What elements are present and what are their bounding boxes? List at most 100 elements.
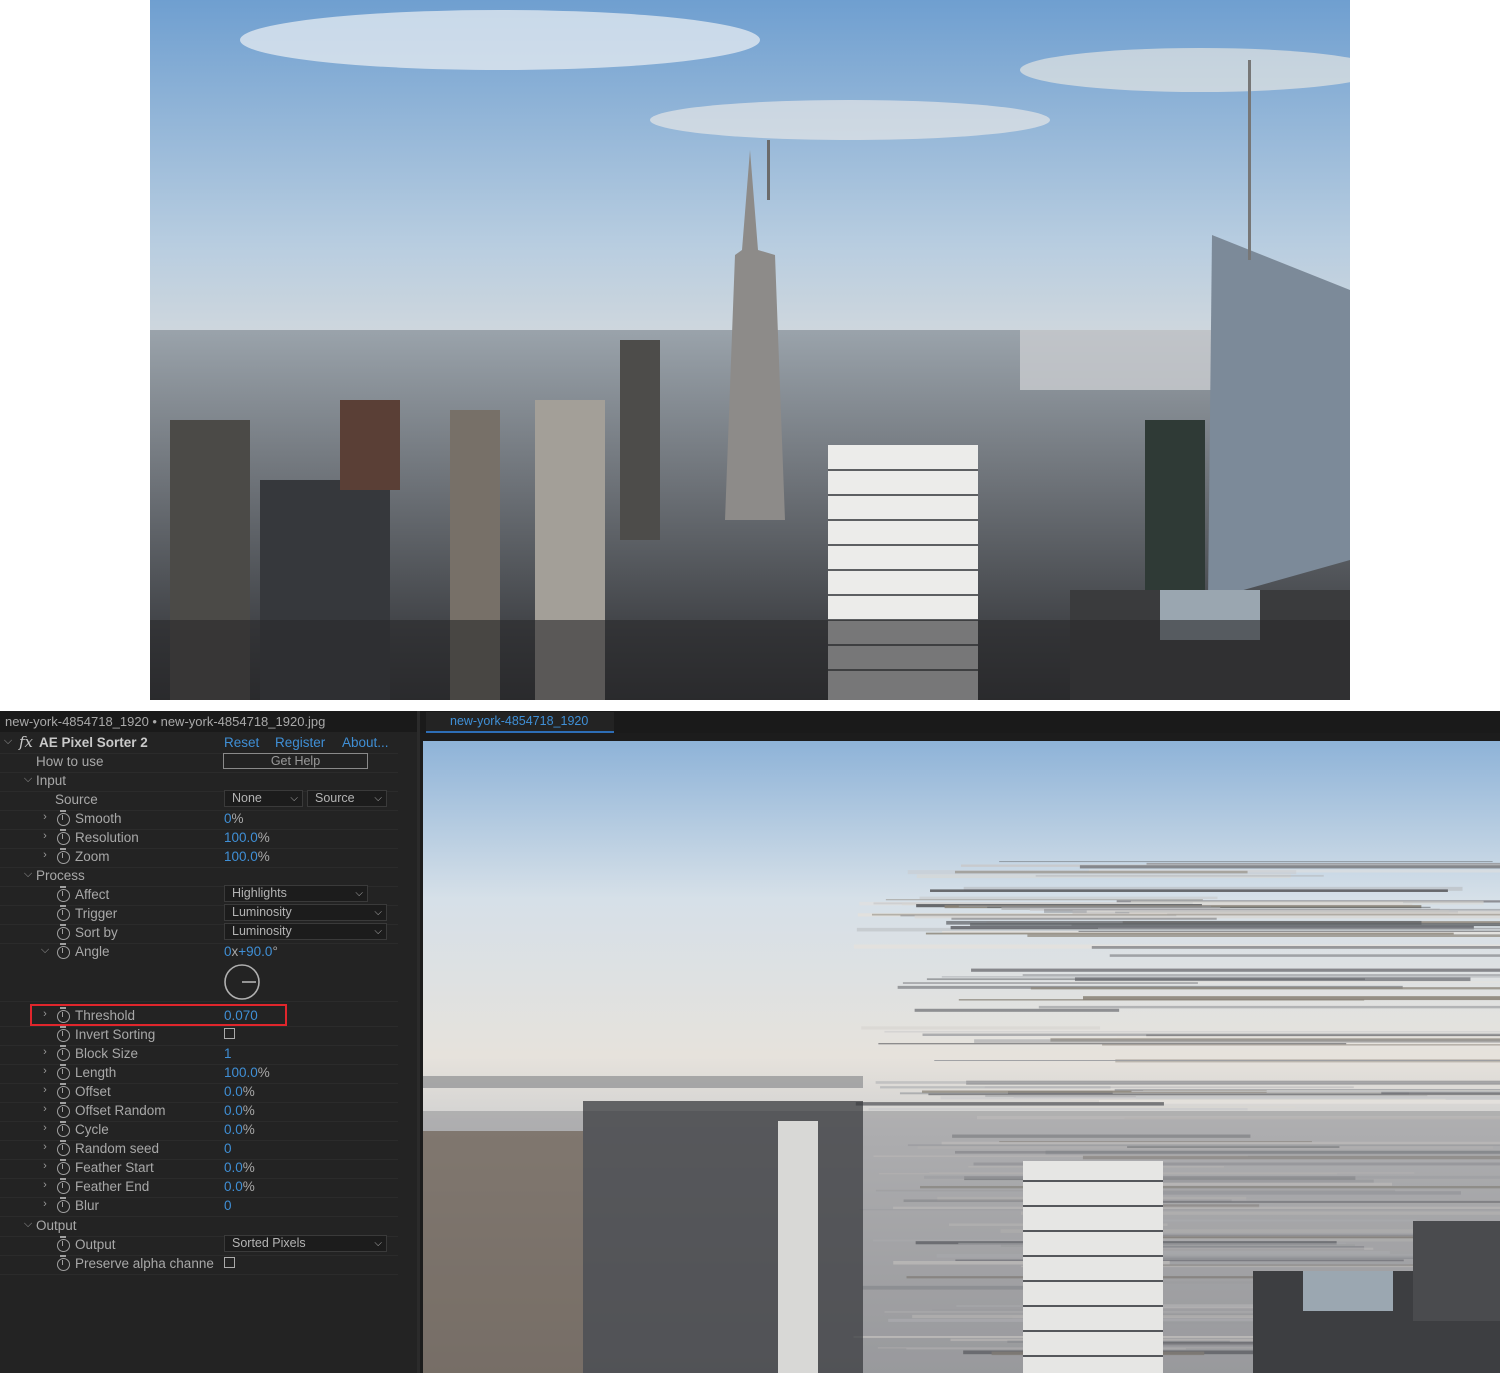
stopwatch-icon[interactable] <box>57 810 70 826</box>
input-group-label: Input <box>36 773 67 788</box>
value-unit: % <box>242 1084 255 1099</box>
effect-title-row[interactable]: ⌵ fx AE Pixel Sorter 2 Reset Register Ab… <box>0 733 398 754</box>
get-help-button[interactable]: Get Help <box>223 753 368 769</box>
chevron-down-icon[interactable]: ⌵ <box>23 773 33 786</box>
value-number[interactable]: 100.0 <box>224 849 258 864</box>
stopwatch-icon[interactable] <box>57 924 70 940</box>
reset-link[interactable]: Reset <box>224 735 259 750</box>
sort-streak <box>1117 1036 1500 1038</box>
chevron-right-icon[interactable]: › <box>40 1065 50 1077</box>
fx-icon[interactable]: fx <box>19 733 33 751</box>
trigger-label: Trigger <box>75 906 118 921</box>
sort-streak <box>941 976 1500 978</box>
invert-sorting-checkbox[interactable] <box>224 1028 235 1039</box>
affect-row: Affect Highlights ⌵ <box>0 885 398 906</box>
angle-value[interactable]: 0x+90.0° <box>224 944 278 959</box>
source-label: Source <box>55 792 98 807</box>
stopwatch-icon[interactable] <box>57 1121 70 1137</box>
chevron-right-icon[interactable]: › <box>40 1103 50 1115</box>
stopwatch-icon[interactable] <box>57 1045 70 1061</box>
chevron-right-icon[interactable]: › <box>40 811 50 823</box>
stopwatch-icon[interactable] <box>57 1026 70 1042</box>
offset-value[interactable]: 0.0% <box>224 1084 255 1099</box>
stopwatch-icon[interactable] <box>57 848 70 864</box>
value-number[interactable]: 0.0 <box>224 1103 243 1118</box>
stopwatch-icon[interactable] <box>57 1255 70 1271</box>
output-dropdown[interactable]: Sorted Pixels ⌵ <box>224 1235 387 1252</box>
stopwatch-icon[interactable] <box>57 1197 70 1213</box>
composition-tab-label: new-york-4854718_1920 <box>450 714 589 728</box>
chevron-right-icon[interactable]: › <box>40 830 50 842</box>
chevron-down-icon[interactable]: ⌵ <box>23 868 33 881</box>
value-number[interactable]: 0.0 <box>224 1122 243 1137</box>
angle-dial[interactable] <box>224 964 260 1000</box>
stopwatch-icon[interactable] <box>57 1102 70 1118</box>
sort-streak <box>946 920 1422 925</box>
source-type-dropdown[interactable]: Source ⌵ <box>307 790 387 807</box>
random-seed-value[interactable]: 0 <box>224 1141 232 1156</box>
stopwatch-icon[interactable] <box>57 1064 70 1080</box>
chevron-right-icon[interactable]: › <box>40 1179 50 1191</box>
chevron-down-icon[interactable]: ⌵ <box>23 1218 33 1231</box>
chevron-down-icon[interactable]: ⌵ <box>40 944 50 957</box>
sort-streak <box>999 861 1493 863</box>
value-number[interactable]: 0 <box>224 811 232 826</box>
value-number[interactable]: 0.0 <box>224 1160 243 1175</box>
register-link[interactable]: Register <box>275 735 325 750</box>
feather-end-value[interactable]: 0.0% <box>224 1179 255 1194</box>
stopwatch-icon[interactable] <box>57 1178 70 1194</box>
source-row: Source None ⌵ Source ⌵ <box>0 790 398 811</box>
stopwatch-icon[interactable] <box>57 905 70 921</box>
block-size-value[interactable]: 1 <box>224 1046 232 1061</box>
chevron-right-icon[interactable]: › <box>40 1198 50 1210</box>
resolution-row: › Resolution 100.0% <box>0 829 398 849</box>
stopwatch-icon[interactable] <box>57 1159 70 1175</box>
stopwatch-icon[interactable] <box>57 1140 70 1156</box>
sort-streak <box>1027 934 1500 937</box>
smooth-value[interactable]: 0% <box>224 811 244 826</box>
feather-start-label: Feather Start <box>75 1160 154 1175</box>
chevron-right-icon[interactable]: › <box>40 1141 50 1153</box>
resolution-value[interactable]: 100.0% <box>224 830 270 845</box>
stopwatch-icon[interactable] <box>57 943 70 959</box>
preserve-alpha-checkbox[interactable] <box>224 1257 235 1268</box>
composition-tab[interactable]: new-york-4854718_1920 <box>426 712 614 733</box>
value-number[interactable]: 100.0 <box>224 830 258 845</box>
chevron-right-icon[interactable]: › <box>40 1046 50 1058</box>
chevron-right-icon[interactable]: › <box>40 849 50 861</box>
about-link[interactable]: About... <box>342 735 389 750</box>
after-effects-workspace: new-york-4854718_1920 • new-york-4854718… <box>0 711 1500 1373</box>
affect-dropdown[interactable]: Highlights ⌵ <box>224 885 368 902</box>
chevron-down-icon[interactable]: ⌵ <box>3 735 13 748</box>
length-value[interactable]: 100.0% <box>224 1065 270 1080</box>
stopwatch-icon[interactable] <box>57 829 70 845</box>
angle-degrees[interactable]: +90.0 <box>238 944 272 959</box>
sort-streak <box>878 1043 1347 1045</box>
zoom-value[interactable]: 100.0% <box>224 849 270 864</box>
value-number[interactable]: 0.0 <box>224 1084 243 1099</box>
chevron-right-icon[interactable]: › <box>40 1084 50 1096</box>
stopwatch-icon[interactable] <box>57 1083 70 1099</box>
input-group-row[interactable]: ⌵ Input <box>0 772 398 792</box>
trigger-dropdown[interactable]: Luminosity ⌵ <box>224 904 387 921</box>
stopwatch-icon[interactable] <box>57 886 70 902</box>
stopwatch-icon[interactable] <box>57 1236 70 1252</box>
offset-random-value[interactable]: 0.0% <box>224 1103 255 1118</box>
feather-start-value[interactable]: 0.0% <box>224 1160 255 1175</box>
feather-end-label: Feather End <box>75 1179 150 1194</box>
value-number[interactable]: 100.0 <box>224 1065 258 1080</box>
process-group-row[interactable]: ⌵ Process <box>0 867 398 887</box>
source-layer-dropdown[interactable]: None ⌵ <box>224 790 303 807</box>
angle-revolutions[interactable]: 0 <box>224 944 232 959</box>
pixel-sorted-preview[interactable] <box>423 741 1500 1373</box>
chevron-right-icon[interactable]: › <box>40 1122 50 1134</box>
blur-value[interactable]: 0 <box>224 1198 232 1213</box>
value-number[interactable]: 0.0 <box>224 1179 243 1194</box>
sort-streak <box>1131 1090 1500 1093</box>
value-unit: % <box>231 811 244 826</box>
chevron-right-icon[interactable]: › <box>40 1160 50 1172</box>
cycle-value[interactable]: 0.0% <box>224 1122 255 1137</box>
sort-by-dropdown[interactable]: Luminosity ⌵ <box>224 923 387 940</box>
feather-start-row: › Feather Start 0.0% <box>0 1159 398 1179</box>
output-group-row[interactable]: ⌵ Output <box>0 1217 398 1237</box>
